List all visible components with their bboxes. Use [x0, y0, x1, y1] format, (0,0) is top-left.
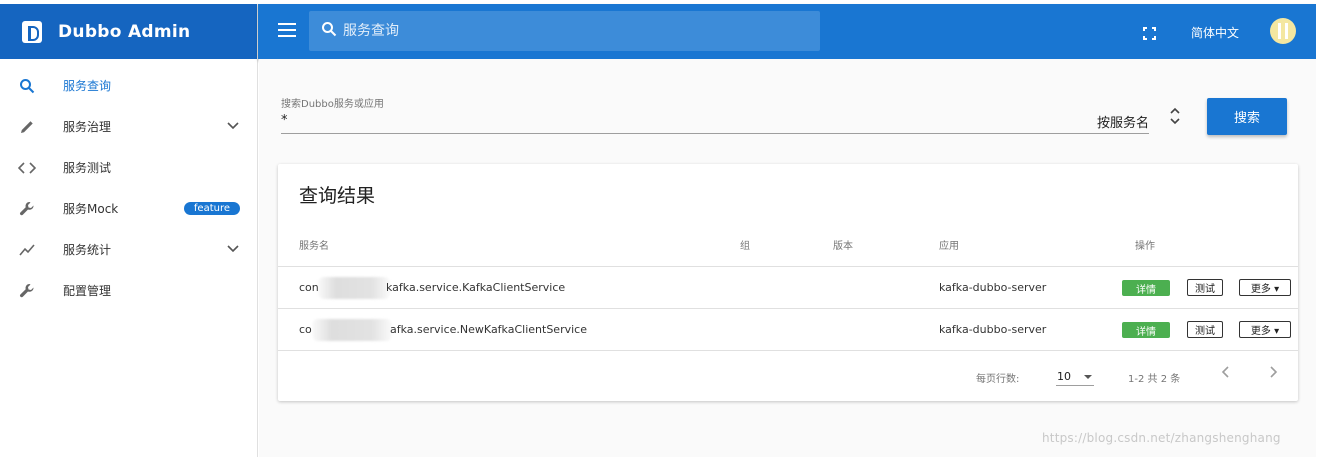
- service-name-prefix: co: [299, 323, 312, 336]
- sidebar-item-label: 服务治理: [63, 120, 112, 134]
- page-info: 1-2 共 2 条: [1128, 374, 1181, 385]
- app-name: kafka-dubbo-server: [939, 281, 1047, 294]
- chevron-left-icon[interactable]: [1221, 366, 1229, 382]
- search-field-label: 搜索Dubbo服务或应用: [281, 99, 384, 110]
- main-content: 搜索Dubbo服务或应用 按服务名 搜索 查询结果 服务名 组 版本 应用 操作…: [259, 59, 1316, 457]
- sidebar-item-label: 服务统计: [63, 243, 112, 257]
- feature-badge: feature: [183, 202, 240, 215]
- service-name-prefix: con: [299, 281, 319, 294]
- results-card: 查询结果 服务名 组 版本 应用 操作 con kafka.service.Ka…: [278, 164, 1298, 401]
- search-icon: [18, 77, 36, 95]
- select-arrows-icon[interactable]: [1169, 106, 1181, 126]
- sidebar-item-service-test[interactable]: 服务测试: [0, 147, 257, 188]
- sidebar: Dubbo Admin 服务查询 服务治理 服务测试 服务Mock featur…: [0, 4, 258, 457]
- sidebar-item-service-governance[interactable]: 服务治理: [0, 106, 257, 147]
- redaction-blur: [312, 319, 392, 341]
- pencil-icon: [18, 118, 36, 136]
- wrench-icon: [18, 200, 36, 218]
- language-selector[interactable]: 简体中文: [1191, 24, 1239, 41]
- menu-icon[interactable]: [278, 23, 296, 37]
- chevron-down-icon[interactable]: [227, 119, 239, 133]
- right-gutter: [1316, 4, 1323, 457]
- fullscreen-icon[interactable]: [1143, 25, 1156, 40]
- rows-per-page-select[interactable]: 10: [1056, 367, 1094, 386]
- chevron-right-icon[interactable]: [1270, 366, 1278, 382]
- sidebar-item-config-management[interactable]: 配置管理: [0, 270, 257, 311]
- app-name: kafka-dubbo-server: [939, 323, 1047, 336]
- column-header-actions: 操作: [1135, 241, 1155, 252]
- code-icon: [18, 159, 36, 177]
- app-title: Dubbo Admin: [58, 21, 191, 42]
- global-search-input[interactable]: [343, 23, 783, 39]
- caret-down-icon: [1084, 375, 1092, 379]
- search-icon: [321, 21, 337, 41]
- sidebar-item-service-stats[interactable]: 服务统计: [0, 229, 257, 270]
- test-button[interactable]: 测试: [1187, 279, 1223, 296]
- user-avatar[interactable]: [1270, 18, 1296, 44]
- column-header-group[interactable]: 组: [740, 237, 750, 252]
- detail-button[interactable]: 详情: [1122, 280, 1170, 296]
- dubbo-logo-icon: [22, 20, 42, 43]
- sidebar-item-label: 服务Mock: [63, 202, 119, 216]
- service-name: kafka.service.KafkaClientService: [386, 281, 566, 294]
- table-footer: 每页行数: 10 1-2 共 2 条: [278, 350, 1298, 401]
- wrench-icon: [18, 282, 36, 300]
- top-bar: 简体中文: [258, 4, 1316, 59]
- service-name: afka.service.NewKafkaClientService: [390, 323, 587, 336]
- table-row: con kafka.service.KafkaClientService kaf…: [278, 266, 1298, 308]
- chevron-down-icon[interactable]: [227, 242, 239, 256]
- results-title: 查询结果: [299, 185, 376, 207]
- search-field: 按服务名: [281, 109, 1149, 134]
- more-button[interactable]: 更多 ▾: [1239, 279, 1291, 296]
- search-button[interactable]: 搜索: [1207, 98, 1287, 135]
- test-button[interactable]: 测试: [1187, 321, 1223, 338]
- column-header-service[interactable]: 服务名: [299, 237, 329, 252]
- redaction-blur: [318, 277, 390, 299]
- column-header-version[interactable]: 版本: [833, 237, 853, 252]
- sidebar-item-label: 服务测试: [63, 161, 112, 175]
- global-search[interactable]: [309, 11, 820, 51]
- sidebar-item-label: 配置管理: [63, 284, 112, 298]
- chart-line-icon: [18, 241, 36, 259]
- detail-button[interactable]: 详情: [1122, 322, 1170, 338]
- brand[interactable]: Dubbo Admin: [0, 4, 257, 59]
- rows-per-page-label: 每页行数:: [976, 374, 1020, 385]
- column-header-app[interactable]: 应用: [939, 237, 959, 252]
- sidebar-item-service-mock[interactable]: 服务Mock feature: [0, 188, 257, 229]
- search-type-select[interactable]: 按服务名: [1097, 112, 1149, 131]
- more-button[interactable]: 更多 ▾: [1239, 321, 1291, 338]
- watermark: https://blog.csdn.net/zhangshenghang: [1042, 431, 1281, 445]
- rows-per-page-value: 10: [1057, 370, 1071, 383]
- sidebar-nav: 服务查询 服务治理 服务测试 服务Mock feature 服务统计 配置管理: [0, 59, 257, 311]
- table-row: co afka.service.NewKafkaClientService ka…: [278, 308, 1298, 350]
- sidebar-item-label: 服务查询: [63, 79, 112, 93]
- service-search-input[interactable]: [281, 109, 1061, 132]
- sidebar-item-service-search[interactable]: 服务查询: [0, 65, 257, 106]
